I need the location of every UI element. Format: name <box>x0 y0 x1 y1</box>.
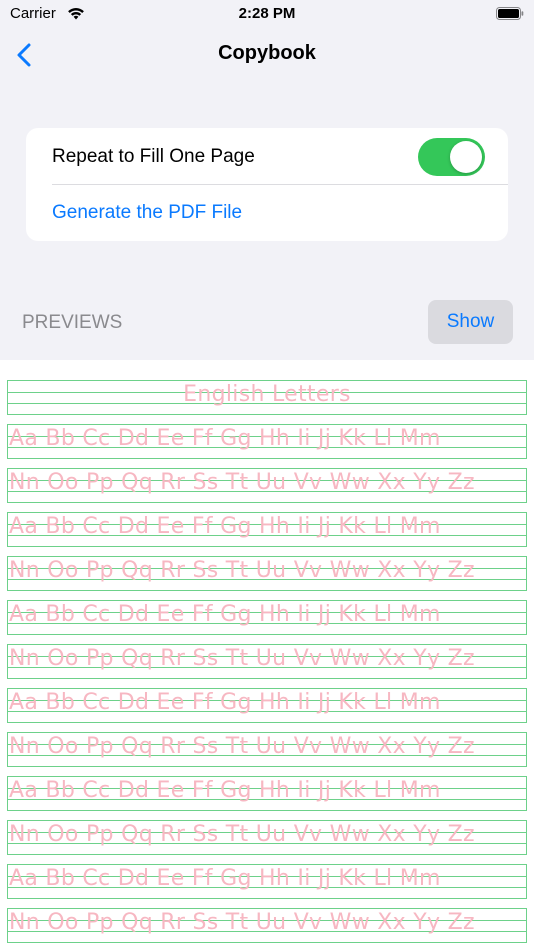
copy-line: Nn Oo Pp Qq Rr Ss Tt Uu Vv Ww Xx Yy Zz <box>7 908 527 943</box>
copy-letters-text: Aa Bb Cc Dd Ee Ff Gg Hh Ii Jj Kk Ll Mm <box>9 514 441 539</box>
copy-line: Aa Bb Cc Dd Ee Ff Gg Hh Ii Jj Kk Ll Mm <box>7 776 527 811</box>
copy-letters-text: Nn Oo Pp Qq Rr Ss Tt Uu Vv Ww Xx Yy Zz <box>9 822 475 847</box>
show-button[interactable]: Show <box>428 300 513 344</box>
copy-letters-text: Nn Oo Pp Qq Rr Ss Tt Uu Vv Ww Xx Yy Zz <box>9 910 475 935</box>
copy-letters-text: Nn Oo Pp Qq Rr Ss Tt Uu Vv Ww Xx Yy Zz <box>9 470 475 495</box>
settings-card: Repeat to Fill One Page Generate the PDF… <box>26 128 508 241</box>
copy-line: Nn Oo Pp Qq Rr Ss Tt Uu Vv Ww Xx Yy Zz <box>7 644 527 679</box>
page-title: Copybook <box>218 42 316 64</box>
copy-line: Aa Bb Cc Dd Ee Ff Gg Hh Ii Jj Kk Ll Mm <box>7 688 527 723</box>
copy-line: Aa Bb Cc Dd Ee Ff Gg Hh Ii Jj Kk Ll Mm <box>7 600 527 635</box>
copy-line: English Letters <box>7 380 527 415</box>
copy-line: Nn Oo Pp Qq Rr Ss Tt Uu Vv Ww Xx Yy Zz <box>7 820 527 855</box>
status-time: 2:28 PM <box>238 5 296 22</box>
repeat-row: Repeat to Fill One Page <box>26 128 508 185</box>
repeat-toggle[interactable] <box>418 138 485 176</box>
copy-letters-text: Nn Oo Pp Qq Rr Ss Tt Uu Vv Ww Xx Yy Zz <box>9 734 475 759</box>
copy-letters-text: Nn Oo Pp Qq Rr Ss Tt Uu Vv Ww Xx Yy Zz <box>9 558 475 583</box>
preview-page: English Letters Aa Bb Cc Dd Ee Ff Gg Hh I… <box>0 360 534 950</box>
toggle-knob <box>450 141 482 173</box>
copy-letters-text: Aa Bb Cc Dd Ee Ff Gg Hh Ii Jj Kk Ll Mm <box>9 426 441 451</box>
repeat-label: Repeat to Fill One Page <box>52 146 255 167</box>
copy-line: Nn Oo Pp Qq Rr Ss Tt Uu Vv Ww Xx Yy Zz <box>7 732 527 767</box>
copy-letters-text: Nn Oo Pp Qq Rr Ss Tt Uu Vv Ww Xx Yy Zz <box>9 646 475 671</box>
copy-line: Nn Oo Pp Qq Rr Ss Tt Uu Vv Ww Xx Yy Zz <box>7 556 527 591</box>
copy-line: Aa Bb Cc Dd Ee Ff Gg Hh Ii Jj Kk Ll Mm <box>7 864 527 899</box>
generate-pdf-button[interactable]: Generate the PDF File <box>26 185 508 241</box>
copy-line: Nn Oo Pp Qq Rr Ss Tt Uu Vv Ww Xx Yy Zz <box>7 468 527 503</box>
copy-letters-text: Aa Bb Cc Dd Ee Ff Gg Hh Ii Jj Kk Ll Mm <box>9 778 441 803</box>
generate-pdf-label: Generate the PDF File <box>52 202 243 223</box>
battery-icon <box>496 7 524 20</box>
copy-line: Aa Bb Cc Dd Ee Ff Gg Hh Ii Jj Kk Ll Mm <box>7 512 527 547</box>
copy-letters-text: Aa Bb Cc Dd Ee Ff Gg Hh Ii Jj Kk Ll Mm <box>9 602 441 627</box>
previews-header: PREVIEWS <box>22 312 123 333</box>
copy-title-text: English Letters <box>183 382 351 407</box>
status-bar: Carrier 2:28 PM <box>0 0 534 28</box>
navigation-bar: Copybook <box>0 28 534 82</box>
copy-letters-text: Aa Bb Cc Dd Ee Ff Gg Hh Ii Jj Kk Ll Mm <box>9 866 441 891</box>
copy-line: Aa Bb Cc Dd Ee Ff Gg Hh Ii Jj Kk Ll Mm <box>7 424 527 459</box>
copy-letters-text: Aa Bb Cc Dd Ee Ff Gg Hh Ii Jj Kk Ll Mm <box>9 690 441 715</box>
